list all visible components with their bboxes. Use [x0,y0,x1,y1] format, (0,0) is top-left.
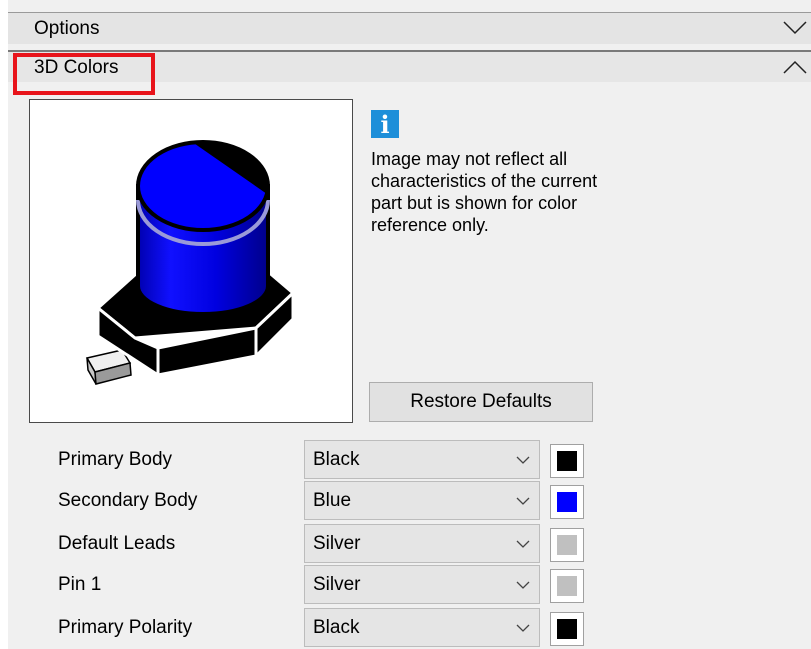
swatch-fill [557,619,577,639]
options-section-title: Options [34,18,100,39]
select-value: Silver [313,533,361,554]
select-value: Silver [313,574,361,595]
part-preview-image [29,99,353,423]
primary-body-color-select[interactable]: Black [304,440,540,479]
secondary-body-color-select[interactable]: Blue [304,481,540,520]
swatch-fill [557,535,577,555]
color-row-pin-1: Pin 1 Silver [0,565,811,605]
highlight-annotation [13,53,155,95]
swatch-fill [557,576,577,596]
pin-1-color-swatch[interactable] [550,569,584,603]
info-message: Image may not reflect all characteristic… [371,149,598,235]
color-row-label: Default Leads [58,533,176,554]
chevron-down-icon [516,540,530,548]
primary-body-color-swatch[interactable] [550,444,584,478]
capacitor-3d-illustration [85,140,295,385]
primary-polarity-color-select[interactable]: Black [304,608,540,647]
swatch-fill [557,451,577,471]
select-value: Blue [313,490,352,511]
default-leads-color-select[interactable]: Silver [304,524,540,563]
color-row-primary-polarity: Primary Polarity Black [0,608,811,648]
pin-1-color-select[interactable]: Silver [304,565,540,604]
color-row-default-leads: Default Leads Silver [0,524,811,564]
color-row-secondary-body: Secondary Body Blue [0,481,811,521]
chevron-up-icon[interactable] [783,60,807,74]
color-row-label: Primary Polarity [58,617,193,638]
restore-defaults-button[interactable]: Restore Defaults [369,382,593,422]
secondary-body-color-swatch[interactable] [550,485,584,519]
info-icon: i [371,110,399,139]
select-value: Black [313,617,360,638]
select-value: Black [313,449,360,470]
chevron-down-icon [516,456,530,464]
swatch-fill [557,492,577,512]
color-row-label: Pin 1 [58,574,102,595]
chevron-down-icon[interactable] [783,21,807,35]
color-row-label: Primary Body [58,449,173,470]
chevron-down-icon [516,497,530,505]
color-row-label: Secondary Body [58,490,198,511]
options-section-header[interactable]: Options [8,12,811,44]
chevron-down-icon [516,581,530,589]
default-leads-color-swatch[interactable] [550,528,584,562]
primary-polarity-color-swatch[interactable] [550,612,584,646]
color-row-primary-body: Primary Body Black [0,440,811,480]
chevron-down-icon [516,624,530,632]
